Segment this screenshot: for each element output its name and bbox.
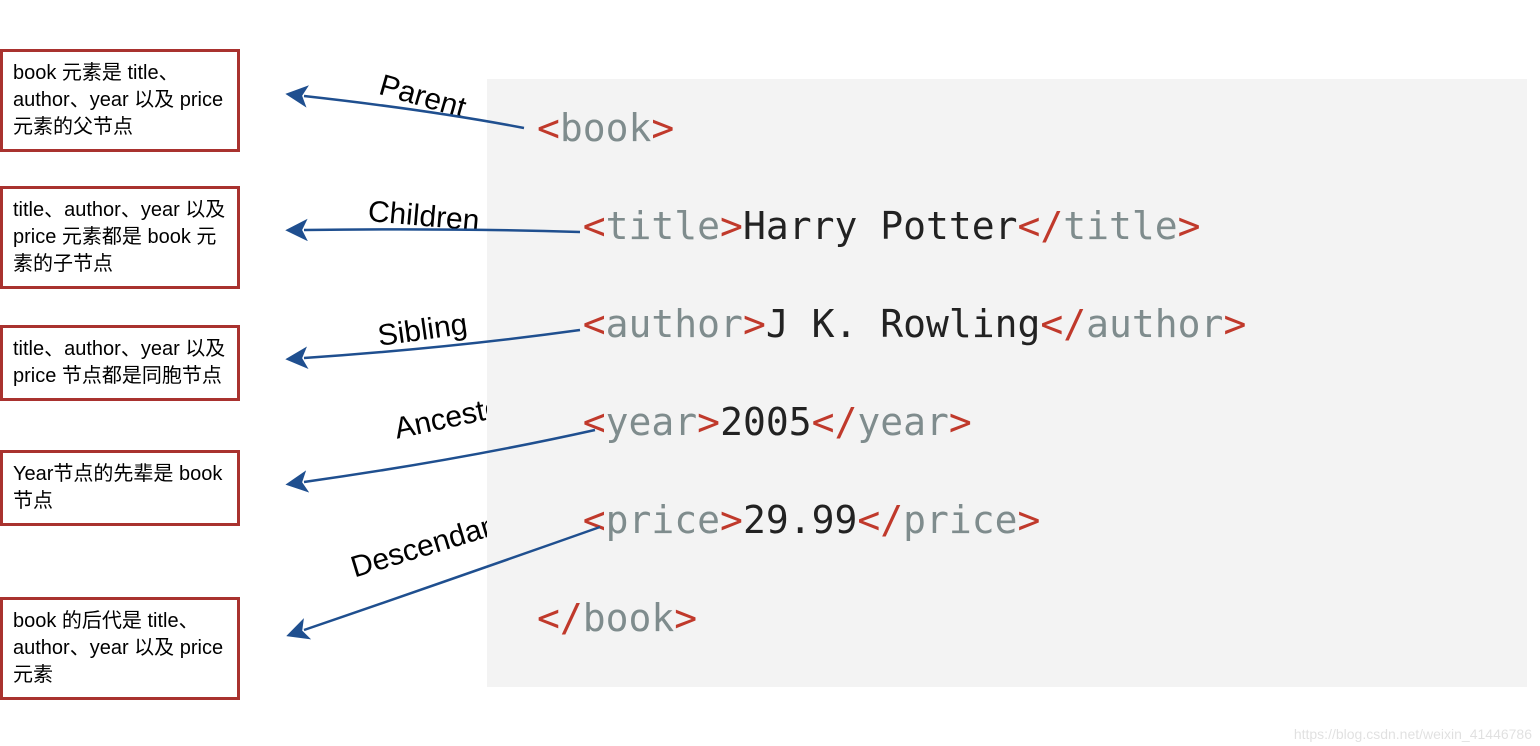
desc-box-children: title、author、year 以及 price 元素都是 book 元素的… [0, 186, 240, 289]
xml-line-price: <price>29.99</price> [537, 498, 1040, 542]
label-children: Children [367, 195, 481, 239]
desc-box-sibling: title、author、year 以及 price 节点都是同胞节点 [0, 325, 240, 401]
label-parent: Parent [375, 69, 469, 126]
label-sibling: Sibling [376, 308, 470, 354]
desc-box-descendant: book 的后代是 title、author、year 以及 price 元素 [0, 597, 240, 700]
label-descendant: Descendant [347, 506, 510, 585]
desc-box-ancestor: Year节点的先辈是 book 节点 [0, 450, 240, 526]
xml-line-year: <year>2005</year> [537, 400, 972, 444]
xml-code-block: <book> <title>Harry Potter</title> <auth… [487, 79, 1527, 687]
watermark-text: https://blog.csdn.net/weixin_41446786 [1294, 726, 1532, 742]
xml-line-book-open: <book> [537, 106, 674, 150]
xml-line-book-close: </book> [537, 596, 697, 640]
desc-box-parent: book 元素是 title、author、year 以及 price 元素的父… [0, 49, 240, 152]
xml-line-title: <title>Harry Potter</title> [537, 204, 1201, 248]
xml-line-author: <author>J K. Rowling</author> [537, 302, 1246, 346]
